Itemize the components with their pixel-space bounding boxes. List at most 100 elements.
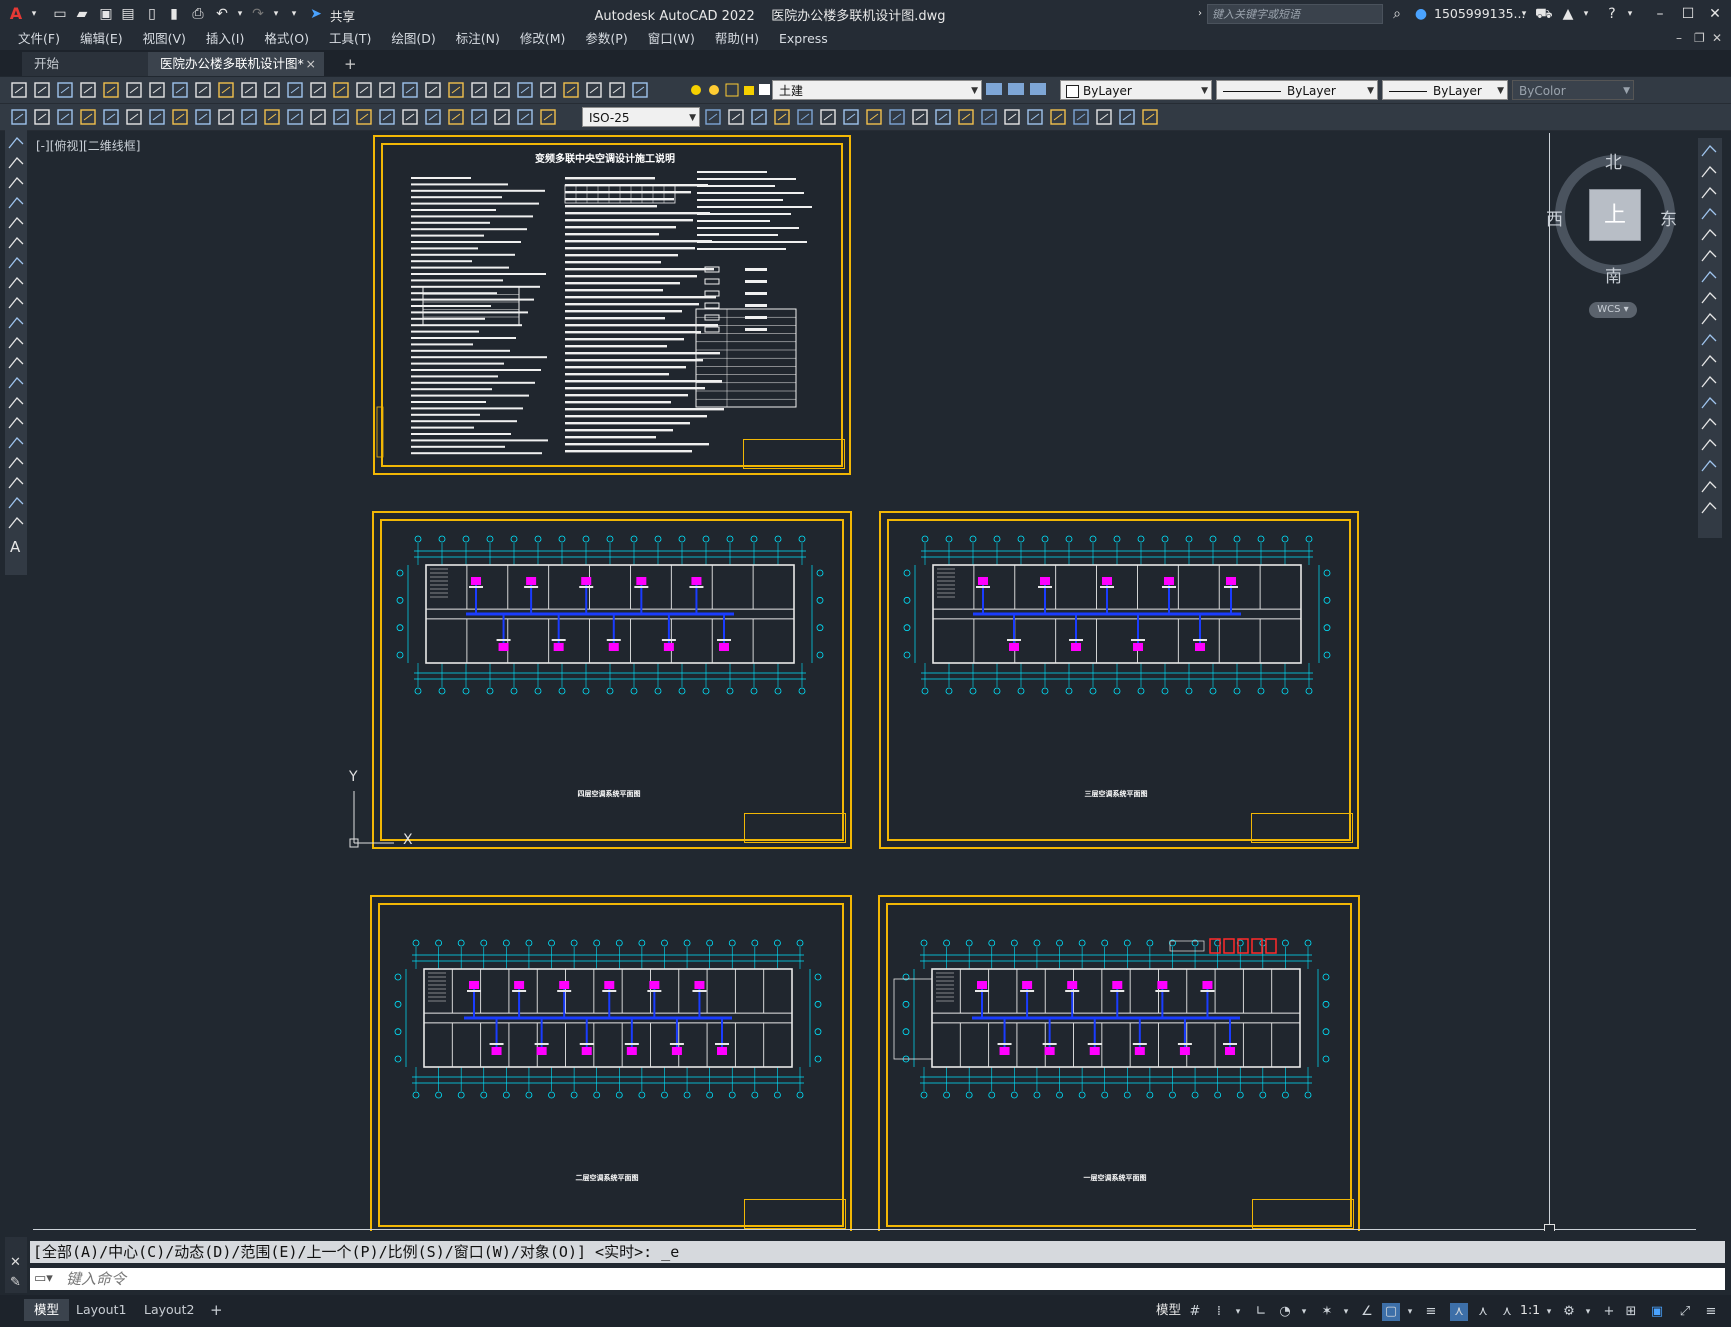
sheet-design-notes[interactable]: 变频多联中央空调设计施工说明 [373,135,851,475]
color-dropdown[interactable]: ByLayer ▼ [1060,80,1212,100]
undo-icon[interactable]: ↶ [214,6,230,22]
sheet-floor2-plan[interactable]: 二层空调系统平面图 [370,895,852,1231]
menu-modify[interactable]: 修改(M) [510,28,576,50]
dimension-tools-icons[interactable] [8,104,578,130]
a360-dropdown-icon[interactable]: ▾ [1578,6,1594,22]
sheet-floor4-plan[interactable]: 四层空调系统平面图 [372,511,852,849]
layer-dropdown[interactable]: 土建 ▼ [772,80,982,100]
text-tool-icon[interactable]: A [10,538,20,556]
plotstyle-dropdown[interactable]: ByColor ▼ [1512,80,1634,100]
plot-icon[interactable]: ⎙ [190,6,206,22]
isodraft-dropdown-icon[interactable]: ▾ [1337,1303,1355,1321]
tab-start[interactable]: 开始 [22,52,150,76]
auto-scale-icon[interactable]: ⋏ [1474,1303,1492,1321]
redo-icon[interactable]: ↷ [250,6,266,22]
menu-window[interactable]: 窗口(W) [638,28,705,50]
command-line-handle[interactable]: ✕ ✎ [5,1237,27,1293]
doc-close-icon[interactable]: ✕ [1712,31,1722,45]
dimstyle-dropdown[interactable]: ISO-25 ▼ [582,107,700,127]
polar-dropdown-icon[interactable]: ▾ [1295,1303,1313,1321]
customize-command-icon[interactable]: ✎ [10,1275,21,1290]
close-command-icon[interactable]: ✕ [10,1255,21,1270]
share-label[interactable]: 共享 [330,6,355,25]
modify-tool-icons[interactable] [1698,138,1722,538]
ortho-icon[interactable]: ∟ [1252,1303,1270,1321]
menu-tools[interactable]: 工具(T) [319,28,381,50]
object-snap-icon[interactable]: ▢ [1382,1303,1400,1321]
sheet-floor3-plan[interactable]: 三层空调系统平面图 [879,511,1359,849]
annotation-scale-icon[interactable]: ⋏ [1498,1303,1516,1321]
compass-south[interactable]: 南 [1605,262,1622,287]
menu-format[interactable]: 格式(O) [254,28,319,50]
customization-icon[interactable]: ≡ [1702,1303,1720,1321]
open-file-icon[interactable]: ▰ [74,6,90,22]
linetype-dropdown[interactable]: ByLayer ▼ [1216,80,1378,100]
share-icon[interactable]: ➤ [308,6,324,22]
compass-west[interactable]: 西 [1546,205,1563,230]
compass-north[interactable]: 北 [1605,148,1622,173]
compass-east[interactable]: 东 [1660,205,1677,230]
user-name[interactable]: 1505999135... [1434,6,1525,21]
minimize-icon[interactable]: – [1652,6,1668,22]
app-menu-dropdown-icon[interactable]: ▾ [26,6,42,22]
save-as-icon[interactable]: ▤ [120,6,136,22]
menu-dimension[interactable]: 标注(N) [446,28,510,50]
quick-properties-icon[interactable]: ▣ [1648,1303,1666,1321]
maximize-icon[interactable]: ☐ [1680,6,1696,22]
menu-parametric[interactable]: 参数(P) [575,28,637,50]
menu-insert[interactable]: 插入(I) [196,28,254,50]
cart-icon[interactable]: ⛟ [1535,6,1553,22]
units-icon[interactable]: ⊞ [1622,1303,1640,1321]
open-web-icon[interactable]: ▯ [144,6,160,22]
lineweight-dropdown[interactable]: ByLayer ▼ [1382,80,1508,100]
save-web-icon[interactable]: ▮ [166,6,182,22]
workspace-dropdown-icon[interactable]: ▾ [1579,1303,1597,1321]
isodraft-icon[interactable]: ✶ [1318,1303,1336,1321]
help-dropdown-icon[interactable]: ▾ [1622,6,1638,22]
menu-express[interactable]: Express [769,28,838,50]
menu-help[interactable]: 帮助(H) [705,28,769,50]
wcs-menu[interactable]: WCS ▾ [1589,302,1637,318]
lineweight-icon[interactable]: ≡ [1422,1303,1440,1321]
menu-view[interactable]: 视图(V) [133,28,196,50]
layer-match-icons[interactable] [984,77,1054,103]
sheet-floor1-plan[interactable]: 一层空调系统平面图 [878,895,1360,1231]
tab-drawing[interactable]: 医院办公楼多联机设计图* × [148,52,324,76]
autodesk-a360-icon[interactable]: ▲ [1560,6,1576,22]
annotation-visibility-icon[interactable]: ⋏ [1450,1303,1468,1321]
user-dropdown-icon[interactable]: ▾ [1516,6,1532,22]
model-space-button[interactable]: 模型 [1146,1299,1191,1321]
redo-dropdown-icon[interactable]: ▾ [268,6,284,22]
annotation-monitor-icon[interactable]: + [1600,1303,1618,1321]
menu-file[interactable]: 文件(F) [8,28,70,50]
doc-minimize-icon[interactable]: – [1676,31,1682,45]
tab-model[interactable]: 模型 [24,1299,70,1321]
modify-tools-icons[interactable] [702,104,1222,130]
customize-qat-icon[interactable]: ▾ [286,6,302,22]
object-snap-dropdown-icon[interactable]: ▾ [1401,1303,1419,1321]
user-icon[interactable]: ● [1413,6,1429,22]
workspace-gear-icon[interactable]: ⚙ [1560,1303,1578,1321]
scale-dropdown-icon[interactable]: ▾ [1540,1303,1558,1321]
add-layout-button[interactable]: + [200,1299,233,1321]
help-icon[interactable]: ? [1604,6,1620,22]
model-space-viewport[interactable]: 变频多联中央空调设计施工说明 四层空调系统平面图 三层空调系统平面图 二层空调系… [33,133,1696,1231]
doc-restore-icon[interactable]: ❐ [1694,31,1705,45]
clean-screen-icon[interactable]: ⤢ [1676,1303,1694,1321]
tab-layout1[interactable]: Layout1 [66,1299,136,1321]
polar-icon[interactable]: ◔ [1276,1303,1294,1321]
new-file-icon[interactable]: ▭ [52,6,68,22]
draw-tool-icons[interactable] [5,130,27,575]
menu-edit[interactable]: 编辑(E) [70,28,133,50]
autocad-logo-icon[interactable]: A [8,6,24,22]
standard-tools-icons[interactable] [8,77,668,103]
undo-dropdown-icon[interactable]: ▾ [232,6,248,22]
grip-marker[interactable] [1544,1224,1555,1231]
viewcube-face[interactable]: 上 [1589,189,1641,241]
viewport-controls-label[interactable]: [-][俯视][二维线框] [36,137,140,154]
command-input[interactable]: ▭▾ 键入命令 [30,1268,1725,1290]
recent-commands-icon[interactable]: ▭▾ [34,1268,53,1290]
new-tab-button[interactable]: + [332,52,369,76]
snap-dropdown-icon[interactable]: ▾ [1229,1303,1247,1321]
ucs-icon[interactable] [338,773,428,853]
